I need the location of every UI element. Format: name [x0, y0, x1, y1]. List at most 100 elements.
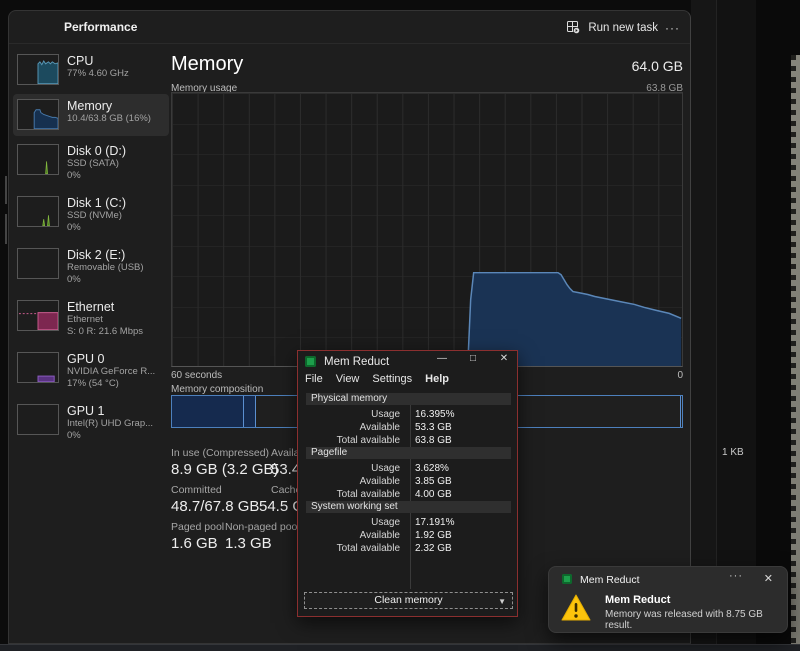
cpu-mini-graph: [17, 54, 59, 85]
background-window-edge: [716, 0, 717, 645]
row-value: 1.92 GB: [415, 530, 452, 541]
mem-reduct-menubar: File View Settings Help: [300, 373, 449, 385]
mem-reduct-app-icon: [305, 356, 316, 367]
sidebar-item-sub: NVIDIA GeForce R...: [67, 366, 155, 378]
toast-title: Mem Reduct: [605, 594, 670, 606]
screen-edge-artifact: [791, 55, 800, 651]
row-label: Usage: [298, 463, 400, 474]
row-value: 3.628%: [415, 463, 449, 474]
run-new-task-button[interactable]: Run new task: [559, 16, 666, 39]
menu-file[interactable]: File: [305, 373, 323, 385]
sidebar-item-title: Ethernet: [67, 300, 143, 314]
sidebar-item-sub: Ethernet: [67, 314, 143, 326]
run-new-task-icon: [567, 21, 580, 34]
left-scrollbar-fragment: [5, 214, 7, 244]
performance-sidebar: CPU 77% 4.60 GHz Memory 10.4/63.8 GB (16…: [13, 49, 169, 451]
sidebar-item-disk0[interactable]: Disk 0 (D:) SSD (SATA) 0%: [13, 139, 169, 188]
disk2-mini-graph: [17, 248, 59, 279]
left-scrollbar-fragment: [5, 176, 7, 204]
menu-help[interactable]: Help: [425, 373, 449, 385]
sidebar-item-sub: 0%: [67, 170, 126, 182]
clean-memory-label: Clean memory: [374, 594, 442, 606]
sidebar-item-sub: Removable (USB): [67, 262, 144, 274]
column-divider: [410, 393, 411, 589]
background-file-size-label: 1 KB: [722, 447, 744, 458]
maximize-button[interactable]: □: [466, 353, 480, 364]
menu-view[interactable]: View: [336, 373, 360, 385]
x-axis-left-label: 60 seconds: [171, 370, 222, 381]
sidebar-item-sub: 0%: [67, 222, 126, 234]
memory-usage-graph: [171, 92, 683, 367]
sidebar-item-gpu1[interactable]: GPU 1 Intel(R) UHD Grap... 0%: [13, 399, 169, 448]
toast-close-icon[interactable]: ✕: [764, 572, 773, 585]
stat-paged-label: Paged pool: [171, 521, 224, 533]
notification-toast[interactable]: Mem Reduct ··· ✕ Mem Reduct Memory was r…: [548, 566, 788, 633]
sidebar-item-sub: Intel(R) UHD Grap...: [67, 418, 153, 430]
header-divider: [9, 43, 690, 44]
stat-nonpaged-label: Non-paged pool: [225, 521, 300, 533]
row-label: Available: [298, 422, 400, 433]
row-value: 53.3 GB: [415, 422, 452, 433]
page-title: Performance: [64, 20, 137, 34]
ethernet-mini-graph: [17, 300, 59, 331]
mem-reduct-window: Mem Reduct — □ ✕ File View Settings Help…: [297, 350, 518, 617]
sidebar-item-sub: 17% (54 °C): [67, 378, 155, 390]
mem-reduct-title: Mem Reduct: [324, 356, 389, 368]
disk0-mini-graph: [17, 144, 59, 175]
chevron-down-icon[interactable]: ▼: [498, 594, 506, 609]
sidebar-item-title: Disk 1 (C:): [67, 196, 126, 210]
sidebar-item-cpu[interactable]: CPU 77% 4.60 GHz: [13, 49, 169, 91]
stat-in-use-value: 8.9 GB (3.2 GB): [171, 461, 279, 478]
toast-app-name: Mem Reduct: [580, 574, 640, 586]
row-value: 2.32 GB: [415, 543, 452, 554]
sidebar-item-sub: 0%: [67, 274, 144, 286]
row-value: 17.191%: [415, 517, 454, 528]
stat-committed-value: 48.7/67.8 GB: [171, 498, 259, 515]
row-label: Total available: [298, 489, 400, 500]
row-label: Total available: [298, 435, 400, 446]
warning-icon: [561, 594, 591, 627]
disk1-mini-graph: [17, 196, 59, 227]
memory-capacity: 64.0 GB: [483, 58, 683, 74]
run-new-task-label: Run new task: [588, 22, 658, 34]
sidebar-item-memory[interactable]: Memory 10.4/63.8 GB (16%): [13, 94, 169, 136]
composition-divider: [255, 396, 256, 427]
sidebar-item-title: Memory: [67, 99, 151, 113]
close-button[interactable]: ✕: [497, 353, 511, 364]
row-value: 16.395%: [415, 409, 454, 420]
sidebar-item-sub: SSD (NVMe): [67, 210, 126, 222]
row-value: 4.00 GB: [415, 489, 452, 500]
sidebar-item-sub: 0%: [67, 430, 153, 442]
memory-mini-graph: [17, 99, 59, 130]
mem-reduct-app-icon: [562, 574, 572, 584]
sidebar-item-title: CPU: [67, 54, 129, 68]
gpu1-mini-graph: [17, 404, 59, 435]
section-physical-memory: Physical memory: [306, 393, 511, 405]
toast-message: Memory was released with 8.75 GB result.: [605, 609, 787, 631]
section-system-working-set: System working set: [306, 501, 511, 513]
sidebar-item-title: Disk 2 (E:): [67, 248, 144, 262]
gpu0-mini-graph: [17, 352, 59, 383]
menu-settings[interactable]: Settings: [372, 373, 412, 385]
stat-nonpaged-value: 1.3 GB: [225, 535, 272, 552]
toast-more-button[interactable]: ···: [729, 570, 743, 582]
row-label: Available: [298, 476, 400, 487]
row-label: Usage: [298, 409, 400, 420]
row-value: 63.8 GB: [415, 435, 452, 446]
sidebar-item-title: GPU 0: [67, 352, 155, 366]
row-label: Usage: [298, 517, 400, 528]
row-label: Available: [298, 530, 400, 541]
row-value: 3.85 GB: [415, 476, 452, 487]
sidebar-item-disk1[interactable]: Disk 1 (C:) SSD (NVMe) 0%: [13, 191, 169, 240]
sidebar-item-disk2[interactable]: Disk 2 (E:) Removable (USB) 0%: [13, 243, 169, 292]
minimize-button[interactable]: —: [435, 353, 449, 364]
sidebar-item-gpu0[interactable]: GPU 0 NVIDIA GeForce R... 17% (54 °C): [13, 347, 169, 396]
taskbar-edge: [0, 644, 800, 651]
more-options-button[interactable]: ···: [661, 19, 684, 37]
stat-paged-value: 1.6 GB: [171, 535, 218, 552]
sidebar-item-sub: SSD (SATA): [67, 158, 126, 170]
stat-available-value: 53.4: [271, 461, 300, 478]
sidebar-item-ethernet[interactable]: Ethernet Ethernet S: 0 R: 21.6 Mbps: [13, 295, 169, 344]
clean-memory-button[interactable]: Clean memory ▼: [304, 592, 513, 609]
memory-composition-label: Memory composition: [171, 384, 263, 395]
